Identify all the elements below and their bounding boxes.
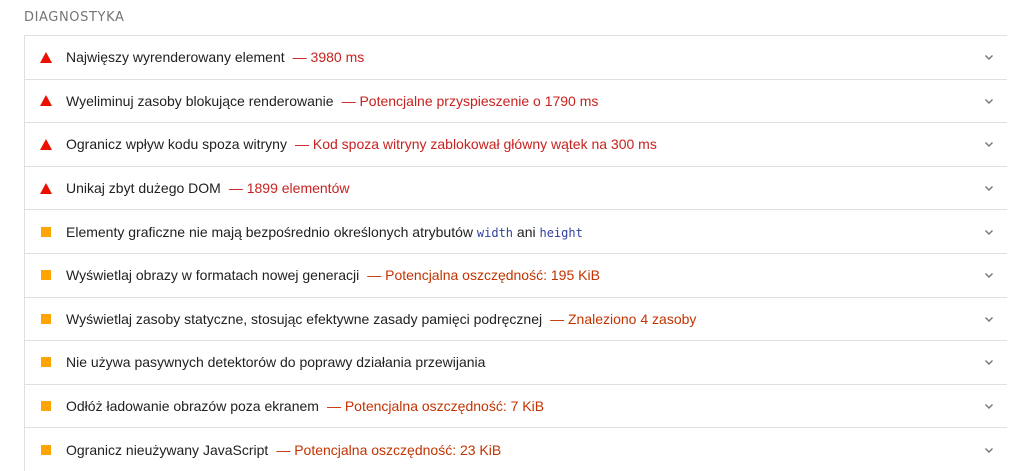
chevron-down-icon[interactable] [983, 356, 995, 368]
audit-detail: — 1899 elementów [228, 180, 350, 197]
chevron-down-icon[interactable] [983, 400, 995, 412]
audit-title: Elementy graficzne nie mają bezpośrednio… [66, 224, 583, 240]
average-square-icon [39, 399, 53, 413]
warning-triangle-icon [39, 94, 53, 108]
audit-title: Wyświetlaj obrazy w formatach nowej gene… [66, 267, 360, 284]
chevron-down-icon[interactable] [983, 138, 995, 150]
audit-detail: — Potencjalna oszczędność: 23 KiB [276, 441, 502, 458]
section-title: DIAGNOSTYKA [24, 10, 125, 25]
chevron-down-icon[interactable] [983, 313, 995, 325]
average-square-icon [39, 312, 53, 326]
audit-detail: — Kod spoza witryny zablokował główny wą… [294, 136, 657, 153]
warning-triangle-icon [39, 181, 53, 195]
audit-list: Najwięszy wyrenderowany element — 3980 m… [24, 35, 1007, 471]
chevron-down-icon[interactable] [983, 95, 995, 107]
audit-row-unsized-images[interactable]: Elementy graficzne nie mają bezpośrednio… [25, 209, 1007, 253]
average-square-icon [39, 443, 53, 457]
audit-row-third-party-summary[interactable]: Ogranicz wpływ kodu spoza witryny — Kod … [25, 122, 1007, 166]
audit-title-text: Elementy graficzne nie mają bezpośrednio… [66, 223, 473, 240]
audit-row-offscreen-images[interactable]: Odłóż ładowanie obrazów poza ekranem — P… [25, 383, 1007, 428]
chevron-down-icon[interactable] [983, 182, 995, 194]
chevron-down-icon[interactable] [983, 269, 995, 281]
audit-title: Wyświetlaj zasoby statyczne, stosując ef… [66, 310, 543, 327]
audit-row-cache-policy[interactable]: Wyświetlaj zasoby statyczne, stosując ef… [25, 296, 1007, 341]
audit-row-dom-size[interactable]: Unikaj zbyt dużego DOM — 1899 elementów [25, 165, 1007, 210]
audit-title: Wyeliminuj zasoby blokujące renderowanie [66, 92, 334, 109]
audit-detail: — Znaleziono 4 zasoby [550, 310, 697, 327]
chevron-down-icon[interactable] [983, 51, 995, 63]
code-width: width [476, 225, 514, 240]
warning-triangle-icon [39, 137, 53, 151]
warning-triangle-icon [39, 50, 53, 64]
code-height: height [539, 225, 583, 240]
audit-row-unused-javascript[interactable]: Ogranicz nieużywany JavaScript — Potencj… [25, 427, 1007, 471]
audit-title-text: ani [516, 223, 536, 240]
audit-detail: — Potencjalna oszczędność: 195 KiB [367, 267, 600, 284]
chevron-down-icon[interactable] [983, 226, 995, 238]
average-square-icon [39, 268, 53, 282]
audit-title: Ogranicz nieużywany JavaScript [66, 441, 269, 458]
chevron-down-icon[interactable] [983, 444, 995, 456]
audit-detail: — Potencjalne przyspieszenie o 1790 ms [341, 92, 599, 109]
audit-title: Ogranicz wpływ kodu spoza witryny [66, 136, 287, 153]
audit-detail: — Potencjalna oszczędność: 7 KiB [326, 398, 545, 415]
audit-row-modern-image-formats[interactable]: Wyświetlaj obrazy w formatach nowej gene… [25, 252, 1007, 297]
audit-title: Unikaj zbyt dużego DOM [66, 180, 221, 197]
average-square-icon [39, 355, 53, 369]
audit-title: Odłóż ładowanie obrazów poza ekranem [66, 398, 319, 415]
audit-detail: — 3980 ms [292, 49, 365, 66]
audit-title: Najwięszy wyrenderowany element [66, 49, 285, 66]
audit-title: Nie używa pasywnych detektorów do popraw… [66, 354, 486, 371]
audit-row-passive-listeners[interactable]: Nie używa pasywnych detektorów do popraw… [25, 340, 1007, 384]
average-square-icon [39, 225, 53, 239]
audit-row-render-blocking-resources[interactable]: Wyeliminuj zasoby blokujące renderowanie… [25, 78, 1007, 123]
audit-row-largest-contentful-paint[interactable]: Najwięszy wyrenderowany element — 3980 m… [25, 35, 1007, 79]
